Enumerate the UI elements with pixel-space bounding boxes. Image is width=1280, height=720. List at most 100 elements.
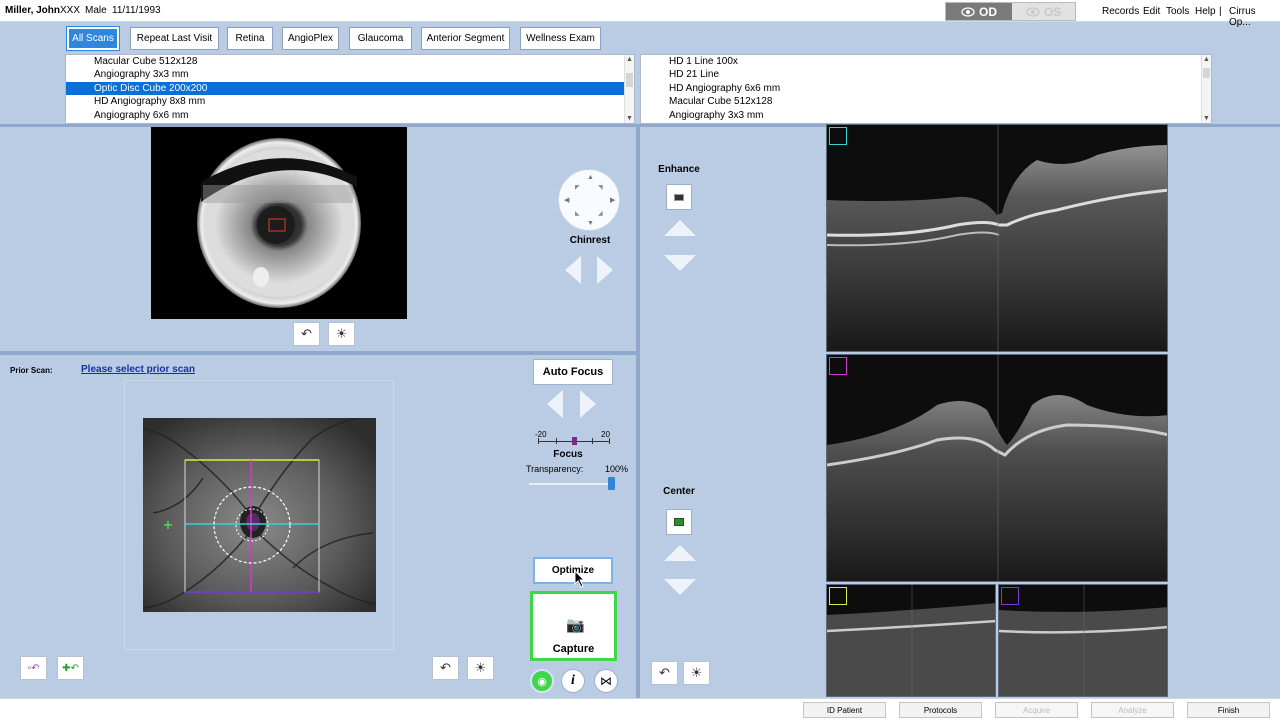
scroll-down-icon[interactable]: ▼ bbox=[626, 115, 633, 122]
list-item[interactable]: HD Angiography 6x6 mm bbox=[641, 82, 1211, 95]
brightness-button[interactable]: ☀ bbox=[683, 661, 710, 685]
list-item-selected[interactable]: Optic Disc Cube 200x200 bbox=[66, 81, 624, 96]
chinrest-left-arrow[interactable] bbox=[565, 256, 581, 284]
scroll-up-icon[interactable]: ▲ bbox=[626, 56, 633, 63]
transparency-slider-thumb[interactable] bbox=[608, 477, 615, 490]
eye-toggle[interactable]: OD OS bbox=[945, 2, 1076, 21]
menu-help[interactable]: Help bbox=[1195, 6, 1216, 17]
oct-image bbox=[827, 125, 1167, 351]
focus-left-arrow[interactable] bbox=[547, 390, 563, 418]
focus-right-arrow[interactable] bbox=[580, 390, 596, 418]
list-item[interactable]: Macular Cube 512x128 bbox=[641, 95, 1211, 108]
undo-button[interactable]: ↶ bbox=[432, 656, 459, 680]
eye-icon bbox=[961, 6, 975, 17]
analyze-button[interactable]: Analyze bbox=[1091, 702, 1174, 718]
list-item[interactable]: HD Angiography 8x8 mm bbox=[66, 95, 634, 108]
chinrest-left-icon[interactable]: ◀ bbox=[564, 196, 569, 204]
brightness-icon: ☀ bbox=[335, 326, 348, 341]
scrollbar[interactable]: ▲ ▼ bbox=[624, 55, 634, 123]
enhance-up-arrow[interactable] bbox=[664, 220, 696, 236]
enhance-down-arrow[interactable] bbox=[664, 255, 696, 271]
menu-tools[interactable]: Tools bbox=[1166, 6, 1189, 17]
info-button[interactable]: i bbox=[561, 669, 585, 693]
acquire-button[interactable]: Acquire bbox=[995, 702, 1078, 718]
finish-button[interactable]: Finish bbox=[1187, 702, 1270, 718]
scrollbar[interactable]: ▲ ▼ bbox=[1201, 55, 1211, 123]
enhance-button[interactable] bbox=[666, 184, 692, 210]
list-item[interactable]: Angiography 3x3 mm bbox=[641, 109, 1211, 122]
iris-image bbox=[197, 138, 361, 308]
center-button[interactable] bbox=[666, 509, 692, 535]
tab-retina[interactable]: Retina bbox=[227, 27, 273, 50]
list-item[interactable]: HD 21 Line bbox=[641, 68, 1211, 81]
brightness-button[interactable]: ☀ bbox=[467, 656, 494, 680]
tab-anterior-segment[interactable]: Anterior Segment bbox=[421, 27, 510, 50]
scrollbar-thumb[interactable] bbox=[626, 73, 633, 87]
divider bbox=[0, 351, 637, 355]
chinrest-diag-icon: ◢ bbox=[598, 211, 603, 217]
chinrest-up-icon[interactable]: ▲ bbox=[587, 174, 594, 181]
chinrest-right-arrow[interactable] bbox=[597, 256, 613, 284]
focus-tick bbox=[556, 438, 557, 444]
prior-scan-label: Prior Scan: bbox=[10, 366, 53, 375]
scroll-down-icon[interactable]: ▼ bbox=[1203, 115, 1210, 122]
oct-bscan-thumb-1[interactable] bbox=[826, 584, 996, 697]
id-patient-button[interactable]: ID Patient bbox=[803, 702, 886, 718]
undo-icon: ↶ bbox=[659, 665, 670, 680]
fundus-tool-button[interactable]: ▫↶ bbox=[20, 656, 47, 680]
scan-pattern-button[interactable]: ⋈ bbox=[594, 669, 618, 693]
optimize-button[interactable]: Optimize bbox=[533, 557, 613, 584]
oct-bscan-vertical[interactable] bbox=[826, 354, 1168, 582]
focus-slider-track[interactable] bbox=[538, 437, 610, 445]
select-prior-scan-link[interactable]: Please select prior scan bbox=[81, 364, 195, 375]
patient-gender: Male bbox=[85, 5, 107, 16]
fundus-tool-button[interactable]: ✚↶ bbox=[57, 656, 84, 680]
chinrest-joystick[interactable]: ▲ ▼ ◀ ▶ ◤ ◥ ◣ ◢ bbox=[558, 169, 620, 231]
menu-app[interactable]: Cirrus Op... bbox=[1229, 6, 1280, 28]
tab-angioplex[interactable]: AngioPlex bbox=[282, 27, 339, 50]
focus-slider-thumb[interactable] bbox=[572, 437, 577, 445]
fundus-view[interactable] bbox=[142, 417, 377, 612]
scrollbar-thumb[interactable] bbox=[1203, 68, 1210, 78]
tab-all-scans[interactable]: All Scans bbox=[66, 26, 120, 51]
chinrest-right-icon[interactable]: ▶ bbox=[610, 196, 615, 204]
oct-bscan-thumb-2[interactable] bbox=[998, 584, 1168, 697]
oct-bscan-horizontal[interactable] bbox=[826, 124, 1168, 352]
oct-image bbox=[827, 355, 1167, 581]
brightness-button[interactable]: ☀ bbox=[328, 322, 355, 346]
tab-repeat-last-visit[interactable]: Repeat Last Visit bbox=[130, 27, 219, 50]
center-down-arrow[interactable] bbox=[664, 579, 696, 595]
scan-list-left[interactable]: Macular Cube 512x128 Angiography 3x3 mm … bbox=[65, 54, 635, 124]
auto-focus-button[interactable]: Auto Focus bbox=[533, 359, 613, 385]
brightness-icon: ☀ bbox=[474, 660, 487, 675]
scan-mode-button[interactable]: ◉ bbox=[530, 669, 554, 693]
list-item[interactable]: HD 1 Line 100x bbox=[641, 55, 1211, 68]
center-up-arrow[interactable] bbox=[664, 545, 696, 561]
center-label: Center bbox=[663, 486, 695, 497]
chinrest-down-icon[interactable]: ▼ bbox=[587, 220, 594, 227]
transparency-slider-track[interactable] bbox=[529, 477, 615, 490]
camera-icon: 📷 bbox=[566, 617, 585, 634]
tab-wellness-exam[interactable]: Wellness Exam bbox=[520, 27, 601, 50]
oct-marker bbox=[829, 587, 847, 605]
eye-od-button[interactable]: OD bbox=[946, 3, 1012, 20]
tab-glaucoma[interactable]: Glaucoma bbox=[349, 27, 412, 50]
protocols-button[interactable]: Protocols bbox=[899, 702, 982, 718]
undo-button[interactable]: ↶ bbox=[293, 322, 320, 346]
list-item[interactable]: Angiography 6x6 mm bbox=[66, 109, 634, 122]
list-item[interactable]: Macular Cube 512x128 bbox=[66, 55, 634, 68]
menu-records[interactable]: Records bbox=[1102, 6, 1139, 17]
menu-edit[interactable]: Edit bbox=[1143, 6, 1160, 17]
eye-os-button[interactable]: OS bbox=[1012, 3, 1075, 20]
focus-label: Focus bbox=[553, 449, 583, 460]
capture-button[interactable]: 📷 Capture bbox=[530, 591, 617, 661]
iris-camera-view[interactable] bbox=[151, 127, 407, 319]
scan-mode-icon: ⋈ bbox=[600, 674, 612, 688]
transparency-label: Transparency: bbox=[526, 464, 584, 474]
scroll-up-icon[interactable]: ▲ bbox=[1203, 56, 1210, 63]
mouse-cursor-icon bbox=[574, 570, 586, 588]
list-item[interactable]: Angiography 3x3 mm bbox=[66, 68, 634, 81]
undo-button[interactable]: ↶ bbox=[651, 661, 678, 685]
chinrest-diag-icon: ◣ bbox=[575, 211, 580, 217]
scan-list-right[interactable]: HD 1 Line 100x HD 21 Line HD Angiography… bbox=[640, 54, 1212, 124]
